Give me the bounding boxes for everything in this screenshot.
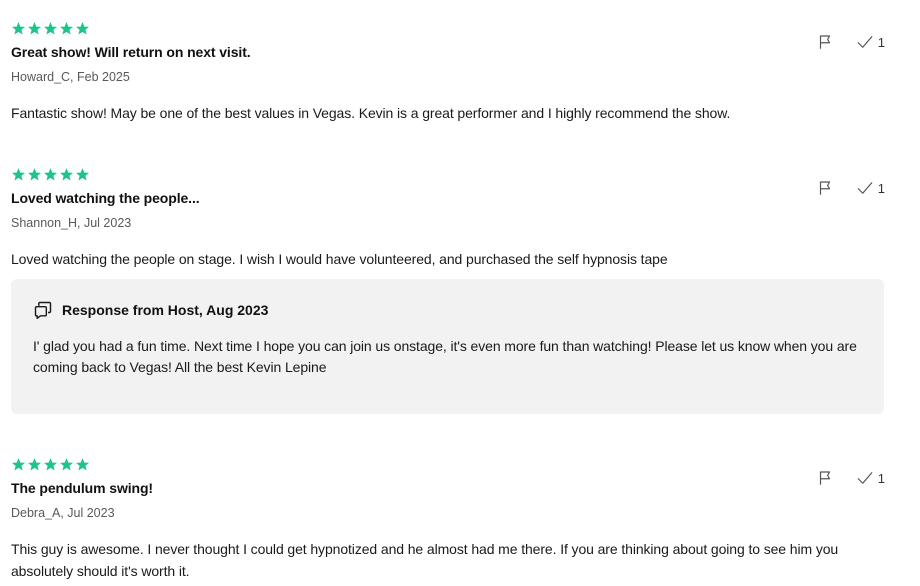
star-icon: [27, 21, 42, 36]
star-rating: [11, 21, 885, 37]
check-icon: [857, 36, 873, 48]
host-response-header: Response from Host, Aug 2023: [33, 300, 268, 320]
star-icon: [59, 21, 74, 36]
star-rating: [11, 167, 885, 183]
review-actions: 1: [816, 33, 885, 51]
helpful-count: 1: [877, 180, 885, 196]
flag-icon[interactable]: [816, 179, 834, 197]
chat-bubble-icon: [34, 301, 52, 320]
helpful-button[interactable]: 1: [856, 179, 885, 197]
check-icon: [857, 472, 873, 484]
star-icon: [43, 21, 58, 36]
review-actions: 1: [816, 179, 885, 197]
host-response: Response from Host, Aug 2023 I' glad you…: [11, 279, 884, 414]
review-card: Loved watching the people... Shannon_H, …: [11, 167, 885, 270]
review-body: This guy is awesome. I never thought I c…: [11, 541, 839, 579]
helpful-button[interactable]: 1: [856, 469, 885, 487]
helpful-count: 1: [877, 34, 885, 50]
star-icon: [27, 457, 42, 472]
host-response-title: Response from Host, Aug 2023: [62, 302, 269, 318]
check-icon: [857, 182, 873, 194]
star-icon: [75, 21, 90, 36]
review-card: The pendulum swing! Debra_A, Jul 2023 Th…: [11, 457, 885, 582]
star-icon: [59, 167, 74, 182]
helpful-count: 1: [877, 470, 885, 486]
host-response-text: I' glad you had a fun time. Next time I …: [33, 338, 857, 375]
review-card: Great show! Will return on next visit. H…: [11, 21, 885, 124]
star-icon: [27, 167, 42, 182]
flag-icon[interactable]: [816, 33, 834, 51]
star-icon: [11, 457, 26, 472]
star-icon: [75, 457, 90, 472]
star-icon: [11, 21, 26, 36]
review-body: Fantastic show! May be one of the best v…: [11, 105, 731, 121]
review-author-date: Shannon_H, Jul 2023: [11, 216, 132, 230]
review-body: Loved watching the people on stage. I wi…: [11, 251, 668, 267]
review-title: The pendulum swing!: [11, 480, 153, 496]
review-title: Loved watching the people...: [11, 190, 200, 206]
review-title: Great show! Will return on next visit.: [11, 44, 251, 60]
review-author-date: Debra_A, Jul 2023: [11, 506, 115, 520]
star-icon: [43, 167, 58, 182]
star-icon: [11, 167, 26, 182]
star-icon: [75, 167, 90, 182]
helpful-button[interactable]: 1: [856, 33, 885, 51]
review-actions: 1: [816, 469, 885, 487]
star-rating: [11, 457, 885, 473]
star-icon: [59, 457, 74, 472]
star-icon: [43, 457, 58, 472]
flag-icon[interactable]: [816, 469, 834, 487]
review-author-date: Howard_C, Feb 2025: [11, 70, 130, 84]
